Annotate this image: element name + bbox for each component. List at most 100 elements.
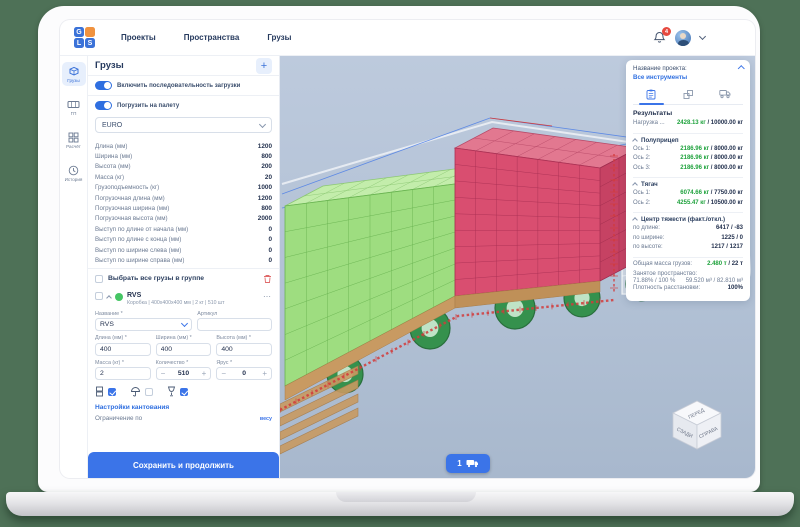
logo[interactable]: G L S [74,27,95,48]
clock-icon [68,165,79,176]
chevron-down-icon [259,120,266,127]
chevron-up-icon [632,138,638,144]
sequence-toggle[interactable] [95,81,112,90]
all-tools-link[interactable]: Все инструменты [633,74,743,81]
select-all-label: Выбрать все грузы в группе [108,275,258,282]
umbrella-icon [130,386,141,397]
cargo-group-row[interactable]: RVS Коробка | 400х400х400 мм | 2 кг | 51… [88,289,279,310]
user-menu-chevron-icon[interactable] [699,33,706,40]
totals-section: Общая масса грузов:2.480 т / 22 т Занято… [633,257,743,295]
tier-stepper[interactable]: − 0 + [216,367,272,380]
length-input[interactable] [95,343,151,356]
rail-item-history[interactable]: История [62,162,86,185]
minus-button[interactable]: − [221,369,226,378]
clipboard-icon [646,89,656,100]
menu-cargo[interactable]: Грузы [267,33,291,42]
group-name: RVS [127,292,224,299]
logo-letter-s: S [85,38,95,48]
orientation-cube[interactable]: ПЕРЕД СЗАДИ СПРАВА [668,396,726,454]
cog-row: по длине:6417 / -83 [633,225,743,235]
tab-results[interactable] [633,86,670,104]
axle-row: Ось 3:2186.96 кг / 8000.00 кг [633,165,743,175]
width-input[interactable] [156,343,212,356]
fragile-icon [167,386,176,397]
container-icon [67,99,80,110]
pallet-toggle-label: Погрузить на палету [117,102,179,109]
sequence-toggle-label: Включить последовательность загрузки [117,82,240,89]
sku-input[interactable] [197,318,272,331]
laptop-base [6,492,794,516]
icon-rail: Грузы ГП Расчёт История [60,56,88,478]
fragile-checkbox[interactable] [180,388,188,396]
space-label: Занятое пространство: [633,271,743,277]
logo-letter-g: G [74,27,84,37]
add-cargo-button[interactable]: + [256,58,272,74]
project-name-label: Название проекта: [633,65,687,72]
mass-input[interactable] [95,367,151,380]
main-menu: Проекты Пространства Грузы [121,33,292,42]
menu-spaces[interactable]: Пространства [184,33,240,42]
pallet-type-select[interactable]: EURO [95,117,272,133]
prop-row: Грузоподъемность (кг)1000 [95,183,272,193]
axle-row: Ось 2:2186.96 кг / 8000.00 кг [633,155,743,165]
prop-row: Выступ по длине от начала (мм)0 [95,224,272,234]
tab-cargo-groups[interactable] [670,86,707,104]
rail-item-space[interactable]: ГП [62,96,86,119]
bell-icon[interactable]: 4 [653,31,666,44]
tilt-settings-link[interactable]: Настройки кантования [88,400,279,412]
cog-row: по высоте:1217 / 1217 [633,244,743,254]
chevron-down-icon [181,320,188,327]
menu-projects[interactable]: Проекты [121,33,156,42]
collapse-panel-chevron-icon[interactable] [738,65,744,71]
grid-icon [68,132,79,143]
select-all-checkbox[interactable] [95,275,103,283]
pallet-properties: Длина (мм)1200 Ширина (мм)800 Высота (мм… [88,138,279,269]
cargo-panel: Грузы + Включить последовательность загр… [88,56,280,478]
cog-section: Центр тяжести (факт./откл.) по длине:641… [633,212,743,254]
prop-row: Длина (мм)1200 [95,141,272,151]
keep-dry-checkbox[interactable] [145,388,153,396]
vehicle-page-button[interactable]: 1 [446,454,490,473]
name-select[interactable]: RVS [95,318,192,331]
rail-item-calc[interactable]: Расчёт [62,129,86,152]
limit-value[interactable]: весу [260,416,272,422]
limit-label: Ограничение по [95,415,142,422]
plus-button[interactable]: + [262,369,267,378]
minus-button[interactable]: − [161,369,166,378]
space-values: 71.88% / 100 % 59.520 м³ / 82.810 м³ [633,278,743,284]
prop-row: Погрузочная ширина (мм)800 [95,203,272,213]
stacking-checkbox[interactable] [108,388,116,396]
prop-row: Погрузочная длина (мм)1200 [95,193,272,203]
pallet-toggle[interactable] [95,101,112,110]
axle-row: Ось 2:4255.47 кг / 10500.00 кг [633,200,743,210]
panel-title: Грузы [95,60,124,71]
app-window: G L S Проекты Пространства Грузы 4 Грузы… [60,20,755,478]
prop-row: Выступ по ширине слева (мм)0 [95,245,272,255]
stacking-icon [95,386,104,397]
boxes-icon [683,89,694,100]
prop-row: Высота (мм)200 [95,162,272,172]
laptop-base-notch [336,492,476,502]
quantity-stepper[interactable]: − 510 + [156,367,212,380]
collapse-chevron-icon[interactable] [106,295,112,301]
tab-vehicle[interactable] [706,86,743,104]
height-input[interactable] [216,343,272,356]
prop-row: Выступ по ширине справа (мм)0 [95,255,272,265]
group-menu-button[interactable]: ⋯ [263,292,272,301]
results-panel: Название проекта: Все инструменты Резуль… [626,60,750,301]
plus-button[interactable]: + [202,369,207,378]
truck-icon [719,89,731,99]
prop-row: Выступ по длине с конца (мм)0 [95,235,272,245]
trash-icon[interactable] [263,274,272,284]
top-nav: G L S Проекты Пространства Грузы 4 [60,20,755,56]
rail-item-cargo[interactable]: Грузы [62,62,86,86]
group-checkbox[interactable] [95,292,103,300]
cog-row: по ширине:1225 / 0 [633,235,743,245]
cargo-box-icon [68,65,80,77]
prop-row: Масса (кг)20 [95,172,272,182]
logo-square-orange [85,27,95,37]
avatar[interactable] [675,30,691,46]
truck-icon [466,459,479,468]
load-row: Нагрузка ... 2428.13 кг / 10000.00 кг [633,120,743,130]
save-continue-button[interactable]: Сохранить и продолжить [88,452,279,478]
